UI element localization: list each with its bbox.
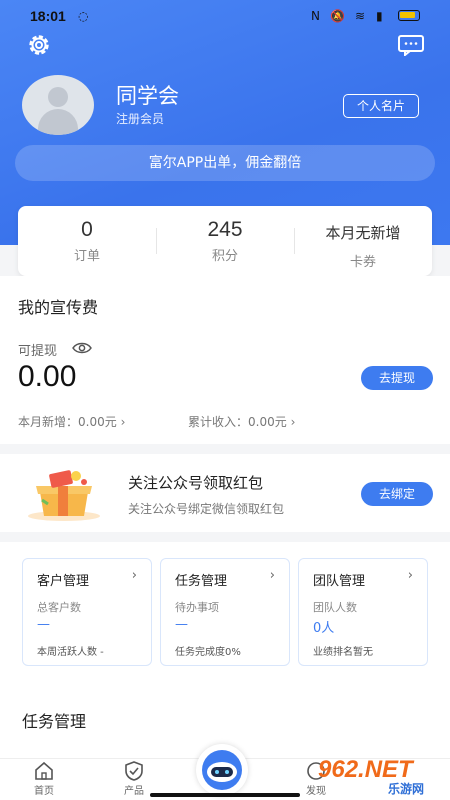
card-footer: 任务完成度0% (175, 647, 241, 658)
month-new-text: 本月新增：0.00元 (18, 415, 117, 429)
status-time: 18:01 (30, 8, 66, 24)
card-value: — (37, 617, 50, 632)
withdrawable-amount: 0.00 (18, 360, 77, 393)
member-role: 注册会员 (116, 112, 165, 126)
total-income-link[interactable]: 累计收入：0.00元 › (188, 413, 295, 430)
card-subtitle: 团队人数 (313, 601, 357, 614)
tab-label: 首页 (34, 786, 54, 797)
business-card-button[interactable]: 个人名片 (343, 94, 419, 118)
bind-button[interactable]: 去绑定 (361, 482, 433, 506)
withdraw-button[interactable]: 去提现 (361, 366, 433, 390)
home-indicator (150, 793, 300, 797)
avatar-body (38, 109, 78, 135)
wifi-icon: ≋ (355, 9, 366, 23)
management-section: 客户管理 › 总客户数 — 本周活跃人数 - 任务管理 › 待办事项 — 任务完… (0, 542, 450, 688)
robot-icon (202, 750, 242, 790)
follow-title: 关注公众号领取红包 (128, 474, 264, 492)
stats-card: 0 订单 245 积分 本月无新增 卡券 (18, 206, 432, 276)
card-title: 团队管理 (313, 574, 366, 589)
stat-label: 订单 (73, 249, 100, 264)
card-value: — (175, 617, 188, 632)
avatar[interactable] (22, 75, 94, 135)
total-income-text: 累计收入：0.00元 (188, 415, 287, 429)
center-assistant-button[interactable] (196, 744, 248, 796)
tab-product[interactable]: 产品 (114, 761, 154, 797)
promo-banner[interactable]: 富尔APP出单，佣金翻倍 (15, 145, 435, 181)
card-footer: 业绩排名暂无 (313, 647, 373, 658)
task-management-card[interactable]: 任务管理 › 待办事项 — 任务完成度0% (160, 558, 290, 666)
task-section-title: 任务管理 (22, 712, 87, 731)
follow-official-account-banner[interactable]: 关注公众号领取红包 关注公众号绑定微信领取红包 去绑定 (0, 454, 450, 532)
mute-icon: 🔕 (330, 9, 345, 23)
message-icon[interactable] (397, 34, 425, 56)
withdrawable-label: 可提现 (18, 344, 58, 359)
card-footer: 本周活跃人数 - (37, 647, 104, 658)
team-management-card[interactable]: 团队管理 › 团队人数 0人 业绩排名暂无 (298, 558, 428, 666)
tab-home[interactable]: 首页 (24, 761, 64, 797)
earnings-section: 我的宣传费 可提现 0.00 去提现 本月新增：0.00元 › 累计收入：0.0… (0, 276, 450, 444)
nfc-icon: N (311, 9, 320, 23)
shield-check-icon (125, 761, 143, 781)
customer-management-card[interactable]: 客户管理 › 总客户数 — 本周活跃人数 - (22, 558, 152, 666)
stat-value: 0 (81, 218, 93, 241)
tab-label: 产品 (124, 786, 144, 797)
stat-value: 245 (207, 218, 243, 241)
chevron-right-icon: › (407, 568, 413, 583)
stat-label: 卡券 (349, 255, 376, 270)
username: 同学会 (116, 84, 179, 108)
battery-icon (398, 10, 420, 21)
chevron-right-icon: › (120, 415, 126, 429)
chevron-right-icon: › (290, 415, 296, 429)
chat-status-icon: ◌ (78, 9, 89, 23)
card-value: 0人 (313, 621, 335, 636)
watermark-sub: 乐游网 (388, 782, 425, 796)
eye-icon[interactable] (72, 341, 92, 355)
signal-icon: ▮ (376, 9, 383, 23)
card-subtitle: 待办事项 (175, 601, 219, 614)
stat-orders[interactable]: 0 订单 (18, 206, 156, 276)
chevron-right-icon: › (131, 568, 137, 583)
stat-points[interactable]: 245 积分 (156, 206, 294, 276)
card-subtitle: 总客户数 (37, 601, 81, 614)
section-title: 我的宣传费 (18, 298, 99, 317)
stat-coupons[interactable]: 本月无新增 卡券 (294, 206, 432, 276)
stat-label: 积分 (211, 249, 238, 264)
avatar-head (48, 87, 68, 107)
status-bar: 18:01 ◌ N 🔕 ≋ ▮ (0, 0, 450, 32)
settings-gear-icon[interactable] (26, 32, 52, 58)
card-title: 任务管理 (175, 574, 228, 589)
follow-subtitle: 关注公众号绑定微信领取红包 (128, 502, 285, 516)
stat-value: 本月无新增 (325, 225, 401, 242)
gift-box-icon (28, 470, 100, 521)
chevron-right-icon: › (269, 568, 275, 583)
home-icon (35, 761, 53, 780)
card-title: 客户管理 (37, 574, 90, 589)
month-new-link[interactable]: 本月新增：0.00元 › (18, 413, 125, 430)
